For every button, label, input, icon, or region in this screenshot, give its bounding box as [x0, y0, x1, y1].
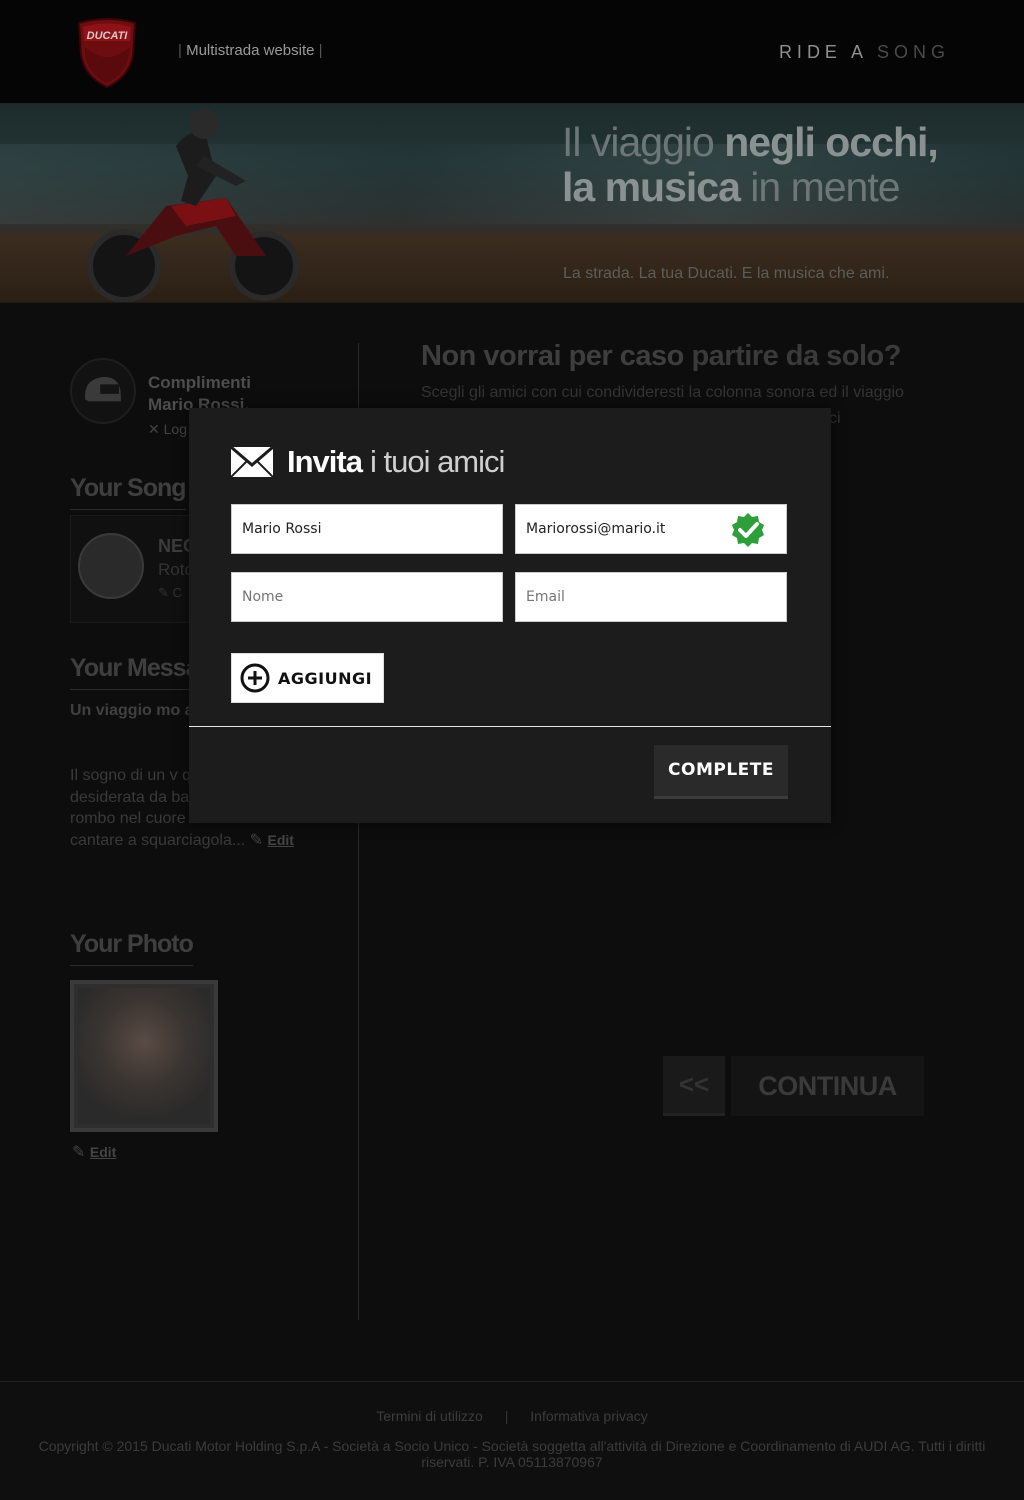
message-edit-link[interactable]: Edit: [268, 832, 294, 848]
site-footer: Termini di utilizzo | Informativa privac…: [0, 1381, 1024, 1500]
invite-friends-modal: Invita i tuoi amici AGGIUNGI: [189, 408, 831, 823]
continue-button[interactable]: CONTINUA: [731, 1056, 924, 1116]
page: DUCATI | Multistrada website | RIDE A SO…: [0, 0, 1024, 1500]
helmet-avatar-icon: [70, 358, 136, 424]
logout-link[interactable]: ✕ Log: [148, 421, 187, 438]
verified-check-icon: [732, 513, 764, 547]
hero-title-l2b: in mente: [750, 164, 900, 210]
hero-title-l1a: Il viaggio: [562, 119, 715, 165]
friend-name-input-2[interactable]: [242, 573, 492, 621]
modal-title-a: Invita: [287, 444, 363, 479]
pencil-icon: ✎: [249, 831, 264, 849]
photo-edit[interactable]: ✎ Edit: [72, 1142, 116, 1162]
brand-ride: RIDE A: [778, 42, 867, 62]
your-song-heading: Your Song: [70, 474, 187, 510]
privacy-link[interactable]: Informativa privacy: [530, 1408, 647, 1424]
your-message-heading: Your Messa: [70, 654, 199, 690]
envelope-icon: [231, 447, 273, 477]
back-button[interactable]: <<: [663, 1056, 725, 1116]
modal-title-b: i tuoi amici: [369, 444, 505, 479]
album-cover-image: [78, 533, 144, 599]
greeting-line1: Complimenti: [148, 373, 251, 392]
hero-title-l2a: la musica: [562, 164, 741, 210]
hero-title-l1b: negli occhi,: [724, 119, 939, 165]
friend-email-input-2[interactable]: [526, 573, 776, 621]
footer-separator: |: [504, 1408, 509, 1424]
song-change-link[interactable]: ✎ C: [158, 585, 182, 601]
brand-song: SONG: [876, 42, 950, 62]
invite-page-heading: Non vorrai per caso partire da solo?: [421, 340, 901, 373]
pencil-icon: ✎: [72, 1144, 86, 1161]
friend-name-field-1[interactable]: [231, 504, 503, 554]
copyright: Copyright © 2015 Ducati Motor Holding S.…: [38, 1438, 986, 1470]
add-friend-label: AGGIUNGI: [278, 668, 373, 688]
hero-subtitle: La strada. La tua Ducati. E la musica ch…: [563, 265, 890, 282]
plus-circle-icon: [240, 663, 270, 693]
modal-title: Invita i tuoi amici: [231, 444, 505, 480]
heading-part-a: Non vorrai per caso: [421, 340, 684, 372]
friend-email-field-2[interactable]: [515, 572, 787, 622]
footer-links: Termini di utilizzo | Informativa privac…: [0, 1408, 1024, 1424]
multistrada-website-link[interactable]: | Multistrada website |: [178, 42, 323, 59]
add-friend-button[interactable]: AGGIUNGI: [231, 653, 384, 703]
friend-email-input-1[interactable]: [526, 505, 716, 553]
photo-edit-link[interactable]: Edit: [90, 1144, 116, 1160]
your-photo-heading: Your Photo: [70, 930, 194, 966]
site-link-label[interactable]: Multistrada website: [186, 42, 314, 59]
ride-a-song-brand: RIDE A SONG: [779, 42, 950, 63]
ducati-logo[interactable]: DUCATI: [73, 17, 141, 89]
subheading-line1: Scegli gli amici con cui condivideresti …: [421, 384, 904, 401]
svg-text:DUCATI: DUCATI: [87, 30, 129, 42]
modal-divider: [189, 726, 831, 727]
user-photo: [70, 980, 218, 1132]
site-header: DUCATI | Multistrada website | RIDE A SO…: [0, 0, 1024, 104]
hero-title: Il viaggio negli occhi, la musica in men…: [562, 119, 939, 210]
friend-name-field-2[interactable]: [231, 572, 503, 622]
heading-part-b: partire da solo?: [691, 340, 901, 372]
friend-email-field-1[interactable]: [515, 504, 787, 554]
complete-button[interactable]: COMPLETE: [654, 745, 788, 799]
motorcycle-rider-image: [87, 109, 299, 302]
terms-link[interactable]: Termini di utilizzo: [376, 1408, 483, 1424]
friend-name-input-1[interactable]: [242, 505, 492, 553]
